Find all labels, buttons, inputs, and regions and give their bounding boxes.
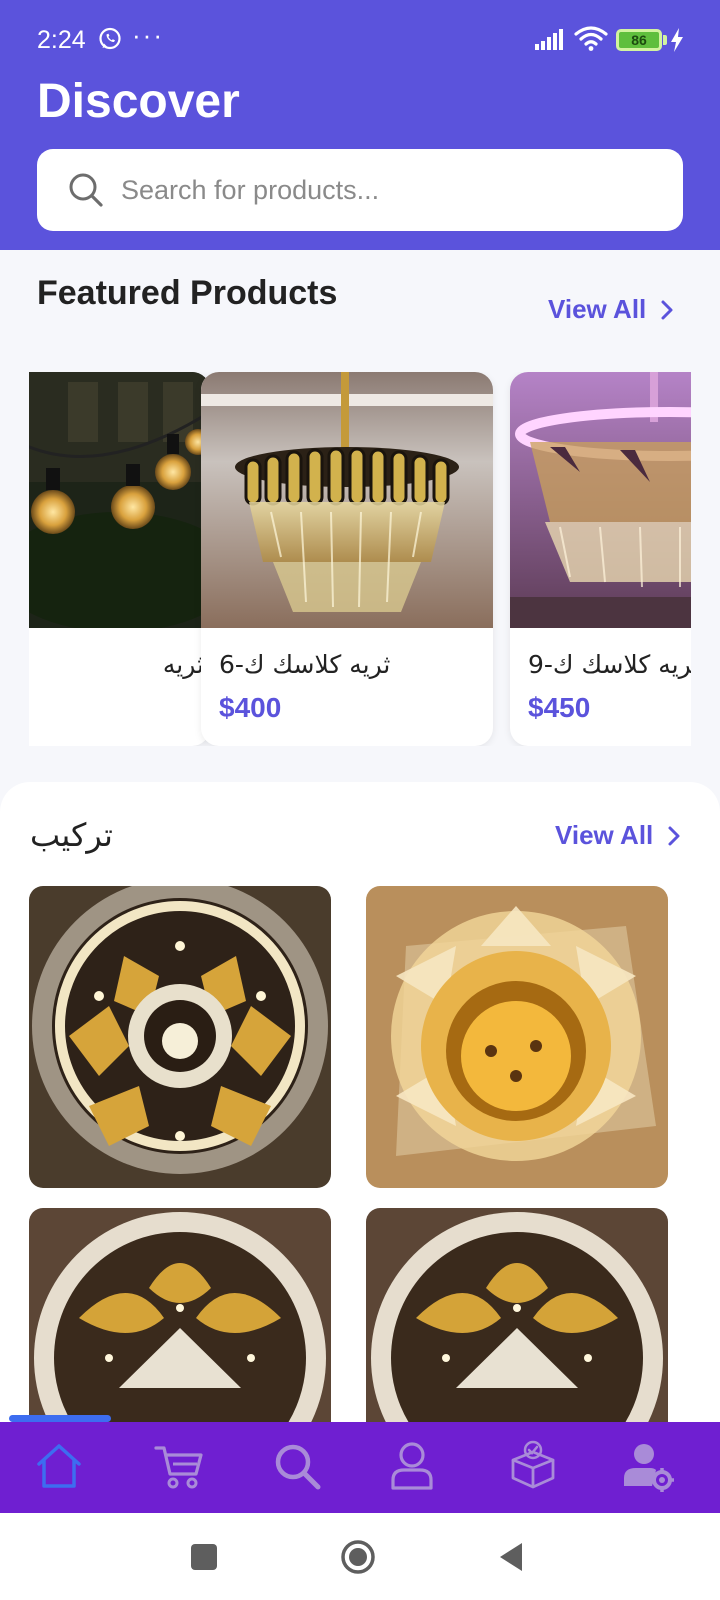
user-icon (391, 1442, 433, 1490)
category-section: تركيب View All (0, 782, 720, 1422)
product-price: $400 (219, 692, 282, 723)
product-name: ثريه كلاسك ك-6 (219, 650, 391, 679)
recent-apps-icon[interactable] (186, 1539, 222, 1575)
nav-active-indicator (9, 1415, 111, 1422)
home-icon (37, 1444, 81, 1488)
search-input[interactable] (121, 149, 661, 231)
category-product-image[interactable] (29, 1208, 331, 1422)
category-title: تركيب (30, 816, 113, 854)
system-navigation-bar (0, 1513, 720, 1600)
battery-level: 86 (631, 32, 647, 48)
chevron-right-icon (668, 826, 680, 845)
featured-carousel[interactable]: ثريه ثريه كلاسك ك-6 $400 ثريه كلاسك ك-9 … (29, 372, 691, 746)
product-card[interactable]: ثريه (29, 372, 210, 746)
view-all-label: View All (555, 820, 654, 850)
battery-indicator: 86 (616, 29, 662, 51)
back-icon[interactable] (494, 1539, 530, 1575)
user-settings-icon (624, 1444, 674, 1492)
product-card[interactable]: ثريه كلاسك ك-9 $450 (510, 372, 691, 746)
featured-view-all-button[interactable]: View All (548, 294, 674, 325)
category-product-image[interactable] (366, 886, 668, 1188)
page-title: Discover (37, 75, 240, 128)
home-circle-icon[interactable] (340, 1539, 376, 1575)
bottom-navigation (0, 1422, 720, 1513)
whatsapp-icon (99, 27, 121, 50)
header: 2:24 ··· 86 Discover Search for products… (0, 0, 720, 250)
status-time: 2:24 (37, 26, 86, 54)
nav-profile[interactable] (382, 1436, 442, 1496)
search-icon (275, 1444, 321, 1490)
category-product-image[interactable] (29, 886, 331, 1188)
category-view-all-button[interactable]: View All (555, 820, 681, 851)
search-icon (69, 173, 103, 207)
discover-screen: 2:24 ··· 86 Discover Search for products… (0, 0, 720, 1600)
product-image-chandelier-k9 (510, 372, 691, 628)
more-notifications-icon: ··· (132, 20, 164, 50)
category-product-image[interactable] (366, 1208, 668, 1422)
charging-icon (671, 28, 683, 52)
featured-title: Featured Products (37, 274, 338, 312)
wifi-icon (574, 26, 608, 51)
product-card[interactable]: ثريه كلاسك ك-6 $400 (201, 372, 493, 746)
search-bar[interactable] (37, 149, 683, 231)
orders-box-icon (511, 1440, 555, 1489)
status-bar: 2:24 ··· 86 (0, 0, 720, 80)
product-price: $450 (528, 692, 591, 723)
nav-cart[interactable] (149, 1436, 209, 1496)
nav-account-settings[interactable] (618, 1436, 678, 1496)
nav-home[interactable] (29, 1436, 89, 1496)
nav-orders[interactable] (503, 1436, 563, 1496)
signal-icon (535, 29, 563, 50)
product-image-string-lights (29, 372, 210, 628)
cart-icon (154, 1446, 203, 1489)
product-name: ثريه (162, 650, 204, 679)
product-image-chandelier-k6 (201, 372, 493, 628)
nav-search[interactable] (267, 1436, 327, 1496)
battery-tip (663, 35, 667, 45)
chevron-right-icon (661, 300, 673, 319)
view-all-label: View All (548, 294, 647, 324)
product-name: ثريه كلاسك ك-9 (528, 650, 691, 679)
